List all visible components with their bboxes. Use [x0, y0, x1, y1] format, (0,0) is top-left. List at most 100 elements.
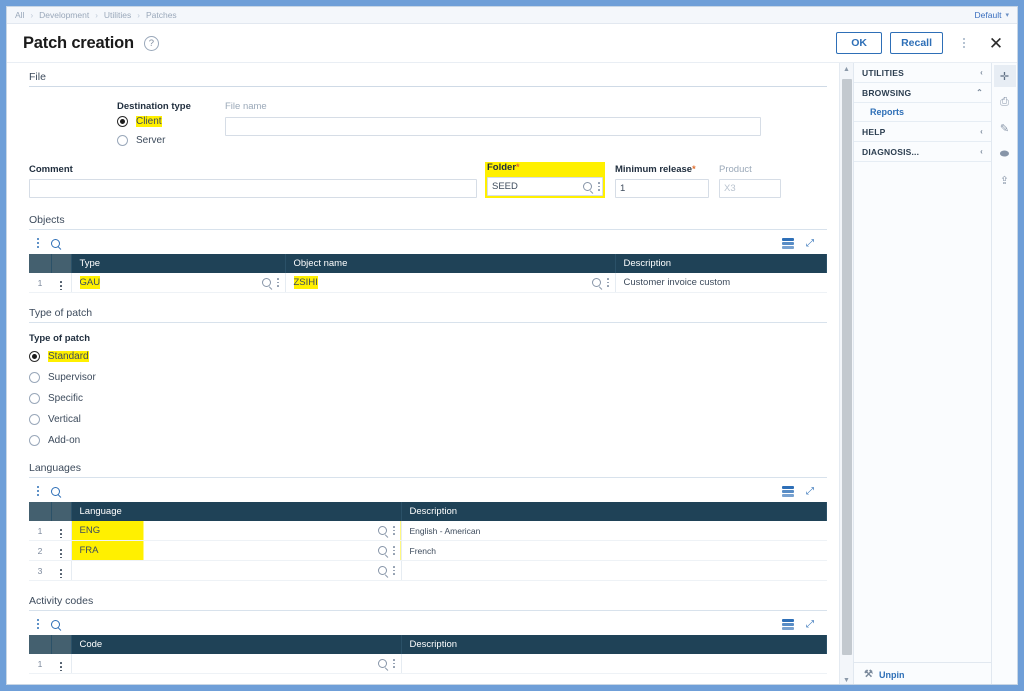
content-scrollbar[interactable]: ▲ ▼ — [839, 63, 853, 685]
table-row[interactable]: 3 — [29, 561, 827, 581]
search-icon[interactable] — [378, 546, 387, 555]
kebab-menu-icon[interactable] — [393, 526, 395, 535]
grid-layers-icon[interactable] — [782, 619, 794, 630]
ok-button[interactable]: OK — [836, 32, 882, 54]
chevron-down-icon[interactable]: ▾ — [1005, 11, 1009, 19]
breadcrumb-item-patches[interactable]: Patches — [146, 10, 177, 20]
grid-search-icon[interactable] — [51, 620, 60, 629]
col-description[interactable]: Description — [615, 254, 827, 273]
grid-expand-icon[interactable]: ⤢ — [806, 486, 817, 497]
scroll-down-arrow[interactable]: ▼ — [840, 674, 853, 685]
scrollbar-thumb[interactable] — [842, 79, 852, 655]
folder-value: SEED — [492, 181, 583, 192]
col-language[interactable]: Language — [71, 502, 401, 521]
cell-description[interactable] — [401, 654, 827, 674]
grid-layers-icon[interactable] — [782, 486, 794, 497]
cell-language[interactable]: FRA — [71, 541, 401, 561]
add-icon[interactable]: ✛ — [994, 65, 1016, 87]
profile-selector-label[interactable]: Default — [975, 10, 1002, 20]
row-menu-button[interactable] — [51, 521, 71, 541]
section-heading-activity-codes: Activity codes — [29, 595, 827, 611]
kebab-menu-icon[interactable] — [393, 546, 395, 555]
activity-codes-grid: ⤢ Code Description — [29, 613, 827, 674]
kebab-menu-icon[interactable] — [607, 278, 609, 287]
edit-icon[interactable]: ✎ — [994, 117, 1016, 139]
sidebar-subitem-reports[interactable]: Reports — [854, 103, 991, 122]
print-icon[interactable]: ⎙ — [994, 91, 1016, 113]
minimum-release-input[interactable]: 1 — [615, 179, 709, 198]
comment-input[interactable] — [29, 179, 477, 198]
radio-option-add-on[interactable]: Add-on — [29, 435, 827, 446]
cell-type[interactable]: GAU — [71, 273, 285, 293]
search-icon[interactable] — [378, 566, 387, 575]
cell-language[interactable] — [71, 561, 401, 581]
row-menu-button[interactable] — [51, 561, 71, 581]
cell-code[interactable] — [71, 654, 401, 674]
row-menu-button[interactable] — [51, 654, 71, 674]
col-code[interactable]: Code — [71, 635, 401, 654]
search-icon[interactable] — [378, 526, 387, 535]
breadcrumb-item-development[interactable]: Development — [39, 10, 89, 20]
col-object-name[interactable]: Object name — [285, 254, 615, 273]
comment-icon[interactable]: ⬬ — [994, 143, 1016, 165]
sidebar-item-utilities[interactable]: UTILITIES ‹ — [854, 63, 991, 83]
cell-description[interactable]: French — [401, 541, 827, 561]
cell-object-name[interactable]: ZSIHI — [285, 273, 615, 293]
scroll-up-arrow[interactable]: ▲ — [840, 63, 853, 75]
cell-description[interactable] — [401, 561, 827, 581]
kebab-menu-icon[interactable] — [277, 278, 279, 287]
chevron-left-icon: ‹ — [980, 127, 983, 136]
search-icon[interactable] — [583, 182, 592, 191]
grid-menu-icon[interactable] — [37, 238, 39, 248]
grid-menu-icon[interactable] — [37, 619, 39, 629]
radio-option-server[interactable]: Server — [117, 135, 225, 146]
sidebar-item-diagnosis[interactable]: DIAGNOSIS... ‹ — [854, 142, 991, 162]
radio-option-vertical[interactable]: Vertical — [29, 414, 827, 425]
radio-option-supervisor[interactable]: Supervisor — [29, 372, 827, 383]
table-row[interactable]: 2 FRA — [29, 541, 827, 561]
breadcrumb-item-all[interactable]: All — [15, 10, 24, 20]
col-description[interactable]: Description — [401, 502, 827, 521]
kebab-menu-icon — [60, 662, 62, 671]
grid-menu-icon[interactable] — [37, 486, 39, 496]
search-icon[interactable] — [262, 278, 271, 287]
kebab-menu-icon[interactable] — [393, 566, 395, 575]
close-button[interactable]: ✕ — [985, 31, 1007, 55]
cell-description[interactable]: Customer invoice custom — [615, 273, 827, 293]
table-row[interactable]: 1 GAU — [29, 273, 827, 293]
search-icon[interactable] — [592, 278, 601, 287]
col-type[interactable]: Type — [71, 254, 285, 273]
languages-grid: ⤢ Language Description — [29, 480, 827, 581]
page-title: Patch creation — [23, 34, 134, 53]
radio-option-client[interactable]: Client — [117, 116, 225, 127]
grid-expand-icon[interactable]: ⤢ — [806, 619, 817, 630]
help-icon[interactable]: ? — [144, 36, 159, 51]
folder-input[interactable]: SEED — [487, 177, 603, 196]
table-row[interactable]: 1 — [29, 654, 827, 674]
sidebar-item-browsing[interactable]: BROWSING ⌃ — [854, 83, 991, 103]
table-header-row: Type Object name Description — [29, 254, 827, 273]
recall-button[interactable]: Recall — [890, 32, 943, 54]
row-menu-button[interactable] — [51, 541, 71, 561]
grid-layers-icon[interactable] — [782, 238, 794, 249]
breadcrumb-item-utilities[interactable]: Utilities — [104, 10, 131, 20]
table-row[interactable]: 1 ENG — [29, 521, 827, 541]
row-menu-button[interactable] — [51, 273, 71, 293]
grid-search-icon[interactable] — [51, 487, 60, 496]
cell-language[interactable]: ENG — [71, 521, 401, 541]
file-name-input[interactable] — [225, 117, 761, 136]
kebab-menu-icon[interactable] — [598, 182, 600, 191]
grid-expand-icon[interactable]: ⤢ — [806, 238, 817, 249]
search-icon[interactable] — [378, 659, 387, 668]
unpin-button[interactable]: ⚒ Unpin — [854, 662, 991, 685]
grid-search-icon[interactable] — [51, 239, 60, 248]
export-icon[interactable]: ⇪ — [994, 169, 1016, 191]
radio-icon-client — [117, 116, 128, 127]
kebab-menu-icon[interactable] — [393, 659, 395, 668]
radio-option-specific[interactable]: Specific — [29, 393, 827, 404]
col-description[interactable]: Description — [401, 635, 827, 654]
radio-option-standard[interactable]: Standard — [29, 351, 827, 362]
more-actions-button[interactable] — [953, 31, 975, 55]
sidebar-item-help[interactable]: HELP ‹ — [854, 122, 991, 142]
cell-description[interactable]: English - American — [401, 521, 827, 541]
